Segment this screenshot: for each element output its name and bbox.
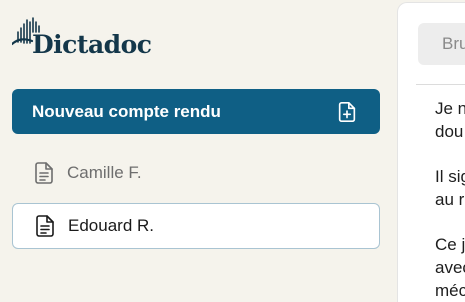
report-text-line: Je n (435, 99, 465, 118)
file-plus-icon (336, 101, 358, 123)
report-text[interactable]: Je n dou Il sig au r Ce j avec méc (435, 97, 465, 302)
report-text-line: avec (435, 258, 465, 277)
app-logo[interactable]: Dictadoc (12, 16, 162, 60)
sidebar: Dictadoc Nouveau compte rendu Camille F.… (0, 0, 397, 287)
report-item-label: Camille F. (67, 163, 142, 182)
new-report-button[interactable]: Nouveau compte rendu (12, 89, 380, 134)
document-icon (34, 162, 54, 184)
document-icon (35, 215, 55, 237)
report-text-line: dou (435, 122, 464, 141)
report-text-line: Ce j (435, 235, 465, 254)
report-text-line: au r (435, 190, 465, 209)
report-text-line: Il sig (435, 167, 465, 186)
report-item-edouard[interactable]: Edouard R. (12, 203, 380, 249)
logo-text: Dictadoc (32, 30, 152, 59)
report-panel: Bru Je n dou Il sig au r Ce j avec méc (397, 2, 465, 302)
new-report-button-label: Nouveau compte rendu (32, 101, 221, 121)
tab-draft[interactable]: Bru (418, 23, 465, 65)
report-text-line: méc (435, 281, 465, 300)
report-item-label: Edouard R. (68, 216, 154, 235)
report-item-camille[interactable]: Camille F. (12, 150, 380, 196)
report-list: Camille F. Edouard R. (12, 150, 380, 249)
divider (416, 84, 465, 85)
